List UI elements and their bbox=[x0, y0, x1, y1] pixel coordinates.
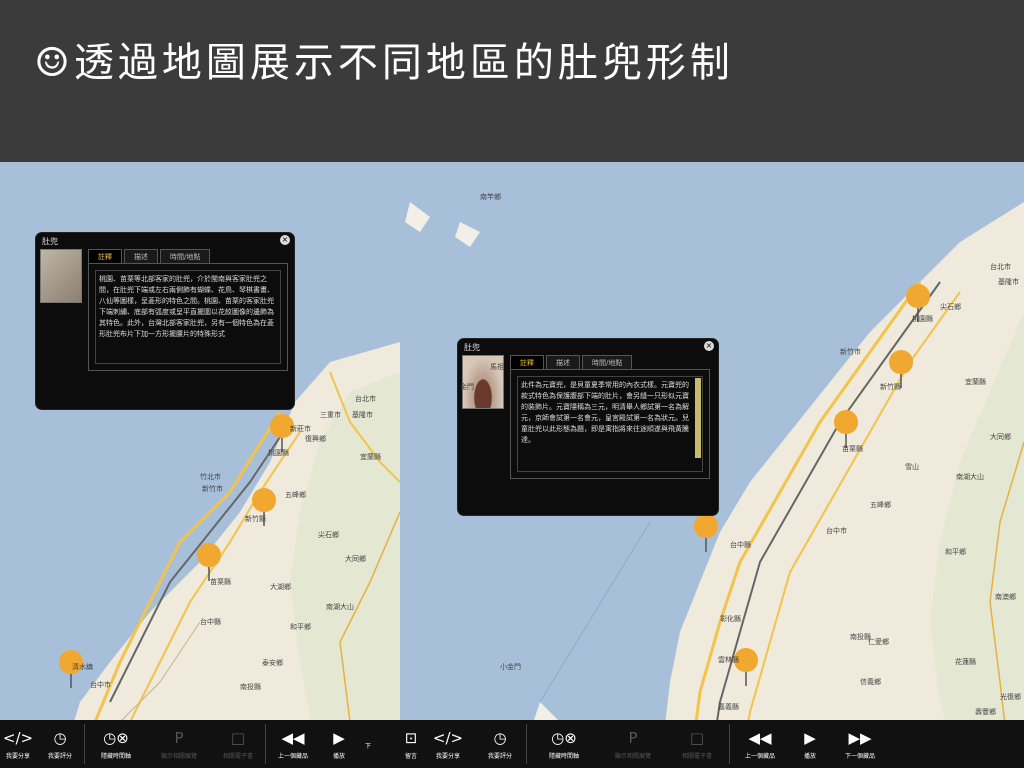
map-label: 基隆市 bbox=[998, 278, 1019, 286]
map-label: 雲林縣 bbox=[718, 656, 739, 664]
map-label: 宜蘭縣 bbox=[360, 453, 381, 461]
map-label: 金門 bbox=[460, 383, 474, 391]
ebook-button[interactable]: □ 相關電子書 bbox=[665, 720, 729, 768]
map-label: 大同鄉 bbox=[990, 433, 1011, 441]
code-icon: </> bbox=[432, 728, 464, 747]
map-label: 台中縣 bbox=[730, 541, 751, 549]
rewind-icon: ◀◀ bbox=[281, 728, 305, 747]
map-label: 新竹市 bbox=[202, 485, 223, 493]
map-label: 南投縣 bbox=[240, 683, 261, 691]
map-label: 南湖大山 bbox=[326, 603, 354, 611]
map-label: 雪山 bbox=[905, 463, 919, 471]
left-map-labels: 台北市基隆市 三重市新莊市桃園縣竹北市新竹市新竹縣苗栗縣台中縣台中市 南投縣 南湖大山… bbox=[0, 162, 400, 720]
map-label: 台中市 bbox=[826, 527, 847, 535]
map-label: 馬祖 bbox=[490, 363, 504, 371]
slide-title: ☺透過地圖展示不同地區的肚兜形制 bbox=[34, 40, 734, 86]
ebook-button[interactable]: □ 相關電子書 bbox=[211, 720, 265, 768]
prev-button[interactable]: ◀◀ 上一個藏品 bbox=[730, 720, 790, 768]
map-label: 台北市 bbox=[990, 263, 1011, 271]
clock-icon: ◷⊗ bbox=[103, 728, 129, 747]
map-label: 仁愛鄉 bbox=[868, 638, 889, 646]
map-label: 南竿鄉 bbox=[480, 193, 501, 201]
map-label: 新莊市 bbox=[290, 425, 311, 433]
map-label: 桃園縣 bbox=[268, 449, 289, 457]
map-label: 基隆市 bbox=[352, 411, 373, 419]
map-label: 彰化縣 bbox=[720, 615, 741, 623]
book-icon: □ bbox=[689, 728, 705, 747]
map-label: 台北市 bbox=[355, 395, 376, 403]
map-label: 台中縣 bbox=[200, 618, 221, 626]
map-label: 新竹縣 bbox=[880, 383, 901, 391]
map-label: 新竹市 bbox=[840, 348, 861, 356]
map-label: 五峰鄉 bbox=[285, 491, 306, 499]
rate-button[interactable]: ◷ 我要評分 bbox=[36, 720, 84, 768]
map-label: 苗栗縣 bbox=[842, 445, 863, 453]
right-map-labels: 台北市 基隆市 桃園縣 新竹市 新竹縣 苗栗縣 台中市 台中縣 彰化縣 南投縣 雲林縣 嘉義縣 花蓮縣宜… bbox=[400, 162, 1024, 720]
clock-icon: ◷⊗ bbox=[551, 728, 577, 747]
comment-icon: ⊡ bbox=[404, 728, 418, 747]
map-label: 小金門 bbox=[500, 663, 521, 671]
map-label: 竹北市 bbox=[200, 473, 221, 481]
map-label: 台中市 bbox=[90, 681, 111, 689]
map-label: 嘉義縣 bbox=[718, 703, 739, 711]
map-label: 三重市 bbox=[320, 411, 341, 419]
slide-header: ☺透過地圖展示不同地區的肚兜形制 bbox=[0, 0, 1024, 162]
map-label: 壽豐鄉 bbox=[975, 708, 996, 716]
show-related-button[interactable]: P 顯示相關展覽 bbox=[147, 720, 211, 768]
map-label: 尖石鄉 bbox=[940, 303, 961, 311]
map-label: 宜蘭縣 bbox=[965, 378, 986, 386]
map-label: 苗栗縣 bbox=[210, 578, 231, 586]
share-button[interactable]: </> 我要分享 bbox=[422, 720, 474, 768]
map-label: 南湖大山 bbox=[956, 473, 984, 481]
play-icon: ▶ bbox=[804, 728, 816, 747]
p-icon: P bbox=[628, 728, 638, 747]
p-icon: P bbox=[174, 728, 184, 747]
map-label: 信義鄉 bbox=[860, 678, 881, 686]
map-label: 新竹縣 bbox=[245, 515, 266, 523]
play-icon: ▶ bbox=[333, 728, 345, 747]
map-label: 大同鄉 bbox=[345, 555, 366, 563]
right-toolbar: ⊡ 留言 </> 我要分享 ◷ 我要評分 ◷⊗ 隱藏時間軸 P 顯示相關展覽 □ 相關電子書… bbox=[400, 720, 1024, 768]
map-label: 和平鄉 bbox=[945, 548, 966, 556]
next-button[interactable]: 下 bbox=[358, 720, 378, 768]
map-label: 光復鄉 bbox=[1000, 693, 1021, 701]
play-button[interactable]: ▶ 播放 bbox=[790, 720, 830, 768]
code-icon: </> bbox=[2, 728, 34, 747]
map-label: 大湖鄉 bbox=[270, 583, 291, 591]
hide-timeline-button[interactable]: ◷⊗ 隱藏時間軸 bbox=[527, 720, 601, 768]
rate-icon: ◷ bbox=[53, 728, 67, 747]
next-button[interactable]: ▶▶ 下一個藏品 bbox=[830, 720, 890, 768]
map-label: 花蓮縣 bbox=[955, 658, 976, 666]
map-label: 清水鎮 bbox=[72, 663, 93, 671]
left-toolbar: </> 我要分享 ◷ 我要評分 ◷⊗ 隱藏時間軸 P 顯示相關展覽 □ 相關電子書 ◀◀ 上… bbox=[0, 720, 400, 768]
map-label: 復興鄉 bbox=[305, 435, 326, 443]
map-label: 桃園縣 bbox=[912, 315, 933, 323]
rate-button[interactable]: ◷ 我要評分 bbox=[474, 720, 526, 768]
map-label: 五峰鄉 bbox=[870, 501, 891, 509]
rate-icon: ◷ bbox=[493, 728, 507, 747]
show-related-button[interactable]: P 顯示相關展覽 bbox=[601, 720, 665, 768]
share-button[interactable]: </> 我要分享 bbox=[0, 720, 36, 768]
hide-timeline-button[interactable]: ◷⊗ 隱藏時間軸 bbox=[85, 720, 147, 768]
map-label: 尖石鄉 bbox=[318, 531, 339, 539]
book-icon: □ bbox=[230, 728, 246, 747]
fast-forward-icon: ▶▶ bbox=[848, 728, 872, 747]
rewind-icon: ◀◀ bbox=[748, 728, 772, 747]
comment-button[interactable]: ⊡ 留言 bbox=[400, 720, 422, 768]
map-label: 和平鄉 bbox=[290, 623, 311, 631]
map-label: 南澳鄉 bbox=[995, 593, 1016, 601]
play-button[interactable]: ▶ 播放 bbox=[320, 720, 358, 768]
prev-button[interactable]: ◀◀ 上一個藏品 bbox=[266, 720, 320, 768]
map-label: 泰安鄉 bbox=[262, 659, 283, 667]
